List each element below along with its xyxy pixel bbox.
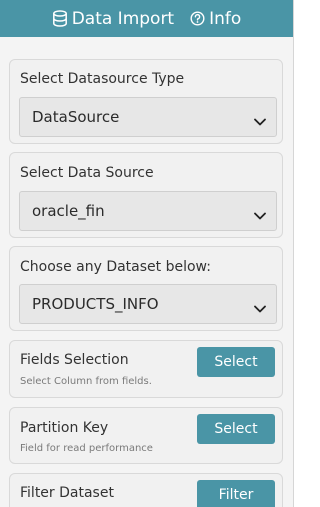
help-circle-icon [190,11,205,26]
chevron-down-icon [254,299,266,317]
filter-dataset-card: Filter Dataset Filter [9,473,283,507]
partition-key-subtitle: Field for read performance [20,443,153,454]
dataset-select[interactable]: PRODUCTS_INFO [19,284,277,324]
datasource-type-card: Select Datasource Type DataSource [9,59,283,144]
data-source-card: Select Data Source oracle_fin [9,152,283,238]
data-import-tab[interactable]: Data Import [52,9,174,29]
partition-key-title: Partition Key [20,420,109,436]
chevron-down-icon [254,112,266,130]
dataset-card: Choose any Dataset below: PRODUCTS_INFO [9,246,283,331]
data-import-label: Data Import [71,8,175,29]
dataset-label: Choose any Dataset below: [20,259,211,275]
fields-selection-subtitle: Select Column from fields. [20,376,152,387]
fields-selection-title: Fields Selection [20,352,129,368]
panel-header: Data Import Info [0,0,293,37]
chevron-down-icon [254,206,266,224]
data-source-value: oracle_fin [32,202,105,220]
filter-button[interactable]: Filter [197,480,275,507]
fields-select-button[interactable]: Select [197,347,275,377]
datasource-type-label: Select Datasource Type [20,71,185,87]
data-import-panel: Data Import Info Select Datasource Type … [0,0,294,507]
partition-select-button[interactable]: Select [197,414,275,444]
fields-selection-card: Fields Selection Select Column from fiel… [9,340,283,398]
data-source-select[interactable]: oracle_fin [19,191,277,231]
info-tab[interactable]: Info [190,9,241,29]
dataset-value: PRODUCTS_INFO [32,295,159,313]
filter-dataset-title: Filter Dataset [20,485,114,501]
datasource-type-select[interactable]: DataSource [19,97,277,137]
partition-key-card: Partition Key Field for read performance… [9,407,283,464]
database-icon [52,10,68,27]
data-source-label: Select Data Source [20,165,154,181]
info-label: Info [209,8,242,29]
datasource-type-value: DataSource [32,108,120,126]
